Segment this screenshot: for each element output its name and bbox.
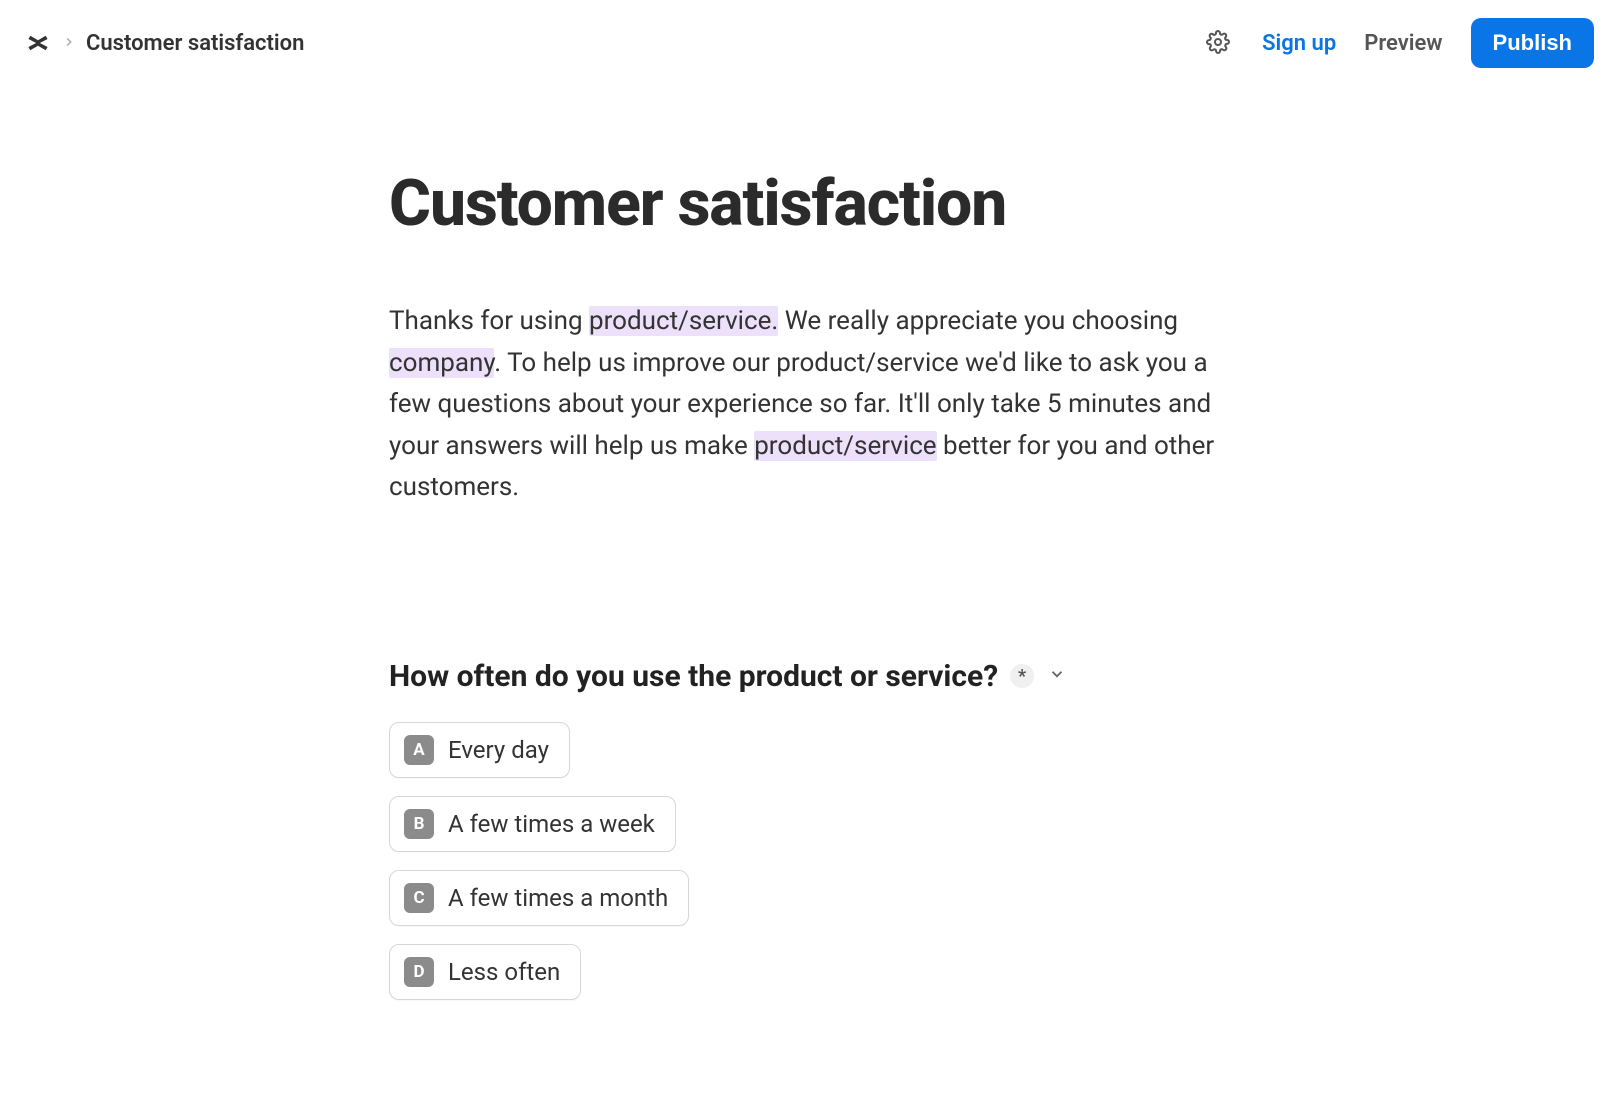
page-title[interactable]: Customer satisfaction bbox=[389, 166, 1229, 241]
option-d[interactable]: D Less often bbox=[389, 944, 581, 1000]
option-c[interactable]: C A few times a month bbox=[389, 870, 689, 926]
header-left: Customer satisfaction bbox=[24, 29, 304, 57]
option-key-badge: D bbox=[404, 957, 434, 987]
intro-highlight-1: product/service. bbox=[589, 306, 778, 336]
gear-icon bbox=[1206, 30, 1230, 57]
option-b[interactable]: B A few times a week bbox=[389, 796, 676, 852]
settings-button[interactable] bbox=[1202, 26, 1234, 61]
chevron-down-icon bbox=[1048, 665, 1066, 687]
chevron-right-icon bbox=[62, 34, 76, 53]
asterisk-logo-icon[interactable] bbox=[24, 29, 52, 57]
option-label: A few times a week bbox=[448, 810, 655, 838]
main-content: Customer satisfaction Thanks for using p… bbox=[369, 166, 1249, 1000]
signup-link[interactable]: Sign up bbox=[1262, 31, 1336, 56]
option-label: A few times a month bbox=[448, 884, 668, 912]
intro-text-1: Thanks for using bbox=[389, 306, 589, 336]
question-type-dropdown[interactable] bbox=[1046, 663, 1068, 689]
intro-highlight-3: product/service bbox=[754, 431, 936, 461]
header-right: Sign up Preview Publish bbox=[1202, 18, 1594, 68]
question-text[interactable]: How often do you use the product or serv… bbox=[389, 659, 998, 694]
option-key-badge: C bbox=[404, 883, 434, 913]
option-label: Less often bbox=[448, 958, 560, 986]
publish-button[interactable]: Publish bbox=[1471, 18, 1594, 68]
preview-link[interactable]: Preview bbox=[1364, 31, 1442, 56]
intro-paragraph[interactable]: Thanks for using product/service. We rea… bbox=[389, 301, 1229, 509]
breadcrumb-title[interactable]: Customer satisfaction bbox=[86, 31, 304, 56]
required-badge: * bbox=[1010, 664, 1034, 688]
header-bar: Customer satisfaction Sign up Preview Pu… bbox=[0, 0, 1618, 86]
intro-highlight-2: company bbox=[389, 348, 494, 378]
question-header: How often do you use the product or serv… bbox=[389, 659, 1229, 694]
option-key-badge: B bbox=[404, 809, 434, 839]
intro-text-2: We really appreciate you choosing bbox=[778, 306, 1178, 336]
options-list: A Every day B A few times a week C A few… bbox=[389, 722, 1229, 1000]
option-a[interactable]: A Every day bbox=[389, 722, 570, 778]
option-label: Every day bbox=[448, 736, 549, 764]
option-key-badge: A bbox=[404, 735, 434, 765]
